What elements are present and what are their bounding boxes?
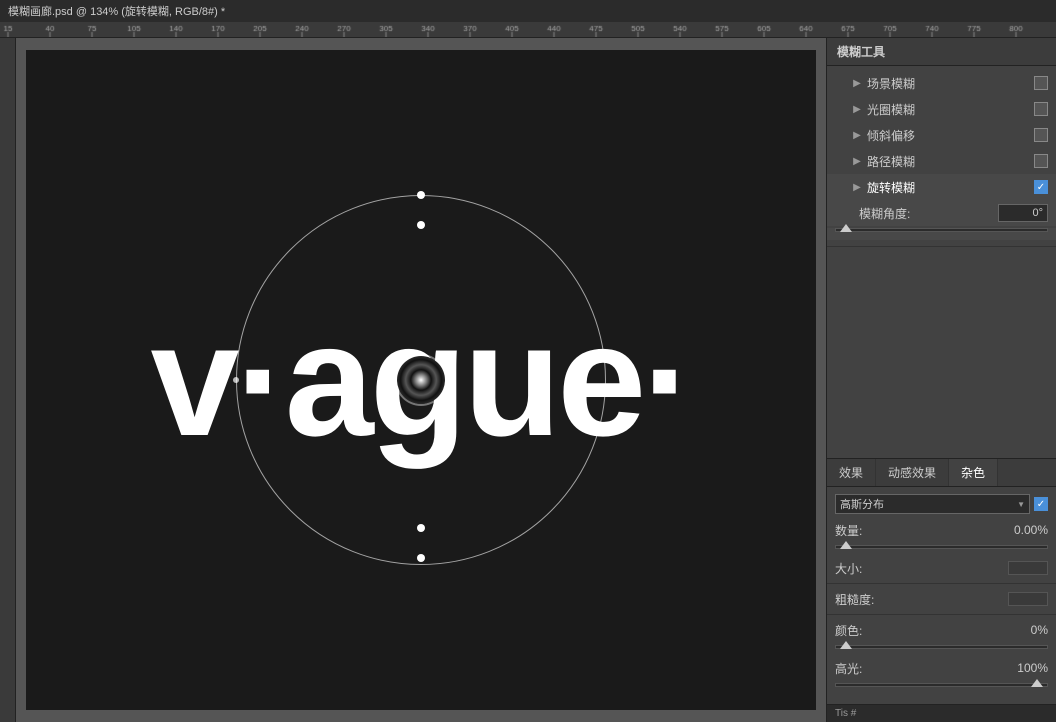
control-point-top-inner[interactable] [417, 221, 425, 229]
highlight-slider-container [827, 683, 1056, 693]
checkbox-path-blur[interactable] [1034, 154, 1048, 168]
color-row: 颜色: 0% [827, 617, 1056, 643]
count-thumb[interactable] [840, 541, 852, 549]
noise-section: 高斯分布 ▼ 数量: 0.00% 大小: [827, 487, 1056, 704]
expand-arrow-spin: ▶ [851, 181, 863, 193]
right-panel: 模糊工具 ▶ 场景模糊 ▶ 光圈模糊 ▶ 倾斜偏移 ▶ 路径模糊 [826, 38, 1056, 722]
panel-title: 模糊工具 [827, 38, 1056, 66]
count-label: 数量: [835, 522, 998, 539]
label-scene-blur: 场景模糊 [867, 75, 1034, 92]
control-point-left[interactable] [233, 377, 239, 383]
tab-effects[interactable]: 效果 [827, 459, 876, 486]
status-bar: Tis # [827, 704, 1056, 722]
size-value-bar [1008, 561, 1048, 575]
option-aperture-blur[interactable]: ▶ 光圈模糊 [827, 96, 1056, 122]
checkbox-aperture-blur[interactable] [1034, 102, 1048, 116]
checkbox-spin-blur[interactable] [1034, 180, 1048, 194]
dropdown-arrow: ▼ [1017, 500, 1025, 509]
roughness-value-bar [1008, 592, 1048, 606]
control-point-bottom-inner[interactable] [417, 524, 425, 532]
option-scene-blur[interactable]: ▶ 场景模糊 [827, 70, 1056, 96]
status-text: Tis # [835, 708, 856, 719]
tab-noise[interactable]: 杂色 [949, 459, 998, 486]
highlight-value: 100% [998, 661, 1048, 675]
checkbox-tilt-shift[interactable] [1034, 128, 1048, 142]
expand-arrow-scene: ▶ [851, 77, 863, 89]
distribution-row: 高斯分布 ▼ [827, 491, 1056, 517]
divider-1 [827, 246, 1056, 247]
expand-arrow-aperture: ▶ [851, 103, 863, 115]
spin-angle-slider-container [827, 228, 1056, 240]
highlight-thumb[interactable] [1031, 679, 1043, 687]
spin-angle-row: 模糊角度: 0° [827, 200, 1056, 226]
count-slider-container [827, 545, 1056, 555]
title-bar: 模糊画廊.psd @ 134% (旋转模糊, RGB/8#) * [0, 0, 1056, 22]
label-spin-blur: 旋转模糊 [867, 179, 1034, 196]
spin-angle-value[interactable]: 0° [998, 204, 1048, 222]
color-thumb[interactable] [840, 641, 852, 649]
color-slider-container [827, 645, 1056, 655]
option-path-blur[interactable]: ▶ 路径模糊 [827, 148, 1056, 174]
title-text: 模糊画廊.psd @ 134% (旋转模糊, RGB/8#) * [8, 3, 225, 19]
canvas-area[interactable]: v·ague· [0, 38, 826, 722]
spin-center[interactable] [397, 356, 445, 404]
divider-size [827, 583, 1056, 584]
color-label: 颜色: [835, 622, 998, 639]
spin-angle-thumb[interactable] [840, 224, 852, 232]
count-slider[interactable] [835, 545, 1048, 549]
option-spin-blur[interactable]: ▶ 旋转模糊 [827, 174, 1056, 200]
label-aperture-blur: 光圈模糊 [867, 101, 1034, 118]
count-row: 数量: 0.00% [827, 517, 1056, 543]
effects-tabs: 效果 动感效果 杂色 [827, 458, 1056, 487]
checkbox-scene-blur[interactable] [1034, 76, 1048, 90]
highlight-slider[interactable] [835, 683, 1048, 687]
spin-angle-slider[interactable] [835, 228, 1048, 232]
roughness-row: 粗糙度: [827, 586, 1056, 612]
expand-arrow-tilt: ▶ [851, 129, 863, 141]
divider-roughness [827, 614, 1056, 615]
blur-options: ▶ 场景模糊 ▶ 光圈模糊 ▶ 倾斜偏移 ▶ 路径模糊 ▶ 旋转 [827, 66, 1056, 244]
spin-angle-label: 模糊角度: [859, 205, 998, 222]
highlight-label: 高光: [835, 660, 998, 677]
distribution-checkbox[interactable] [1034, 497, 1048, 511]
left-ruler [0, 38, 16, 722]
canvas-bg: v·ague· [26, 50, 816, 710]
control-point-bottom[interactable] [417, 554, 425, 562]
tab-motion-effects[interactable]: 动感效果 [876, 459, 949, 486]
main-content: v·ague· 模糊工具 ▶ 场景模糊 [0, 38, 1056, 722]
distribution-label: 高斯分布 [840, 496, 884, 512]
size-row: 大小: [827, 555, 1056, 581]
label-path-blur: 路径模糊 [867, 153, 1034, 170]
roughness-label: 粗糙度: [835, 591, 1008, 608]
distribution-dropdown[interactable]: 高斯分布 ▼ [835, 494, 1030, 514]
control-point-top[interactable] [417, 191, 425, 199]
highlight-row: 高光: 100% [827, 655, 1056, 681]
ruler [0, 22, 1056, 38]
color-value: 0% [998, 623, 1048, 637]
size-label: 大小: [835, 560, 1008, 577]
expand-arrow-path: ▶ [851, 155, 863, 167]
color-slider[interactable] [835, 645, 1048, 649]
label-tilt-shift: 倾斜偏移 [867, 127, 1034, 144]
count-value: 0.00% [998, 523, 1048, 537]
option-tilt-shift[interactable]: ▶ 倾斜偏移 [827, 122, 1056, 148]
